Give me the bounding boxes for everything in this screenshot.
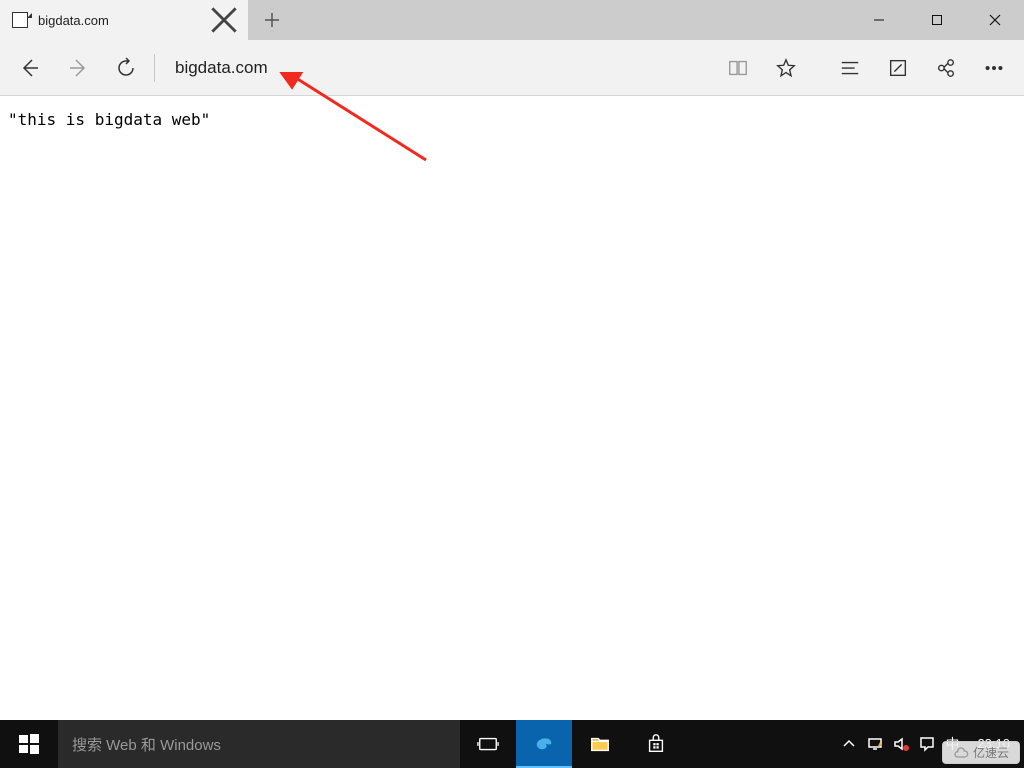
notification-icon <box>919 736 935 752</box>
cortana-search[interactable]: 搜索 Web 和 Windows <box>58 720 460 768</box>
window-controls <box>850 0 1024 40</box>
task-view-button[interactable] <box>460 720 516 768</box>
back-button[interactable] <box>6 44 54 92</box>
more-button[interactable] <box>970 44 1018 92</box>
network-icon <box>867 736 883 752</box>
favorite-button[interactable] <box>762 44 810 92</box>
address-text: bigdata.com <box>175 58 268 78</box>
address-bar[interactable]: bigdata.com <box>163 48 714 88</box>
book-icon <box>727 57 749 79</box>
refresh-icon <box>114 56 138 80</box>
star-icon <box>775 57 797 79</box>
minimize-button[interactable] <box>850 0 908 40</box>
tab-title: bigdata.com <box>38 13 200 28</box>
tab-strip: bigdata.com <box>0 0 1024 40</box>
hub-button[interactable] <box>826 44 874 92</box>
hub-icon <box>839 57 861 79</box>
tray-volume[interactable] <box>893 736 909 752</box>
tray-chevron[interactable] <box>841 736 857 752</box>
close-icon <box>989 14 1001 26</box>
windows-icon <box>19 734 39 754</box>
page-body-text: "this is bigdata web" <box>8 110 210 129</box>
window-close-button[interactable] <box>966 0 1024 40</box>
share-button[interactable] <box>922 44 970 92</box>
volume-icon <box>893 736 909 752</box>
tab-row-spacer <box>296 0 850 40</box>
new-tab-button[interactable] <box>248 0 296 40</box>
note-icon <box>887 57 909 79</box>
start-button[interactable] <box>0 720 58 768</box>
maximize-button[interactable] <box>908 0 966 40</box>
store-icon <box>645 733 667 755</box>
reading-view-button[interactable] <box>714 44 762 92</box>
watermark: 亿速云 <box>942 741 1020 764</box>
close-icon <box>210 6 238 34</box>
share-icon <box>935 57 957 79</box>
watermark-text: 亿速云 <box>973 744 1009 761</box>
edge-icon <box>533 732 555 754</box>
forward-icon <box>66 56 90 80</box>
forward-button[interactable] <box>54 44 102 92</box>
cloud-icon <box>953 745 969 761</box>
folder-icon <box>589 733 611 755</box>
toolbar: bigdata.com <box>0 40 1024 96</box>
minimize-icon <box>873 14 885 26</box>
more-icon <box>983 57 1005 79</box>
taskbar-edge[interactable] <box>516 720 572 768</box>
taskview-icon <box>477 733 499 755</box>
tray-action-center[interactable] <box>919 736 935 752</box>
search-placeholder: 搜索 Web 和 Windows <box>72 734 221 755</box>
page-icon <box>12 12 28 28</box>
webnote-button[interactable] <box>874 44 922 92</box>
taskbar-explorer[interactable] <box>572 720 628 768</box>
taskbar: 搜索 Web 和 Windows 中 23:10 <box>0 720 1024 768</box>
page-content: "this is bigdata web" <box>0 96 1024 143</box>
maximize-icon <box>931 14 943 26</box>
refresh-button[interactable] <box>102 44 150 92</box>
plus-icon <box>264 12 280 28</box>
tray-network[interactable] <box>867 736 883 752</box>
tab-close-button[interactable] <box>210 6 238 34</box>
taskbar-store[interactable] <box>628 720 684 768</box>
browser-tab[interactable]: bigdata.com <box>0 0 248 40</box>
back-icon <box>18 56 42 80</box>
toolbar-separator <box>154 54 155 82</box>
chevron-up-icon <box>841 736 857 752</box>
